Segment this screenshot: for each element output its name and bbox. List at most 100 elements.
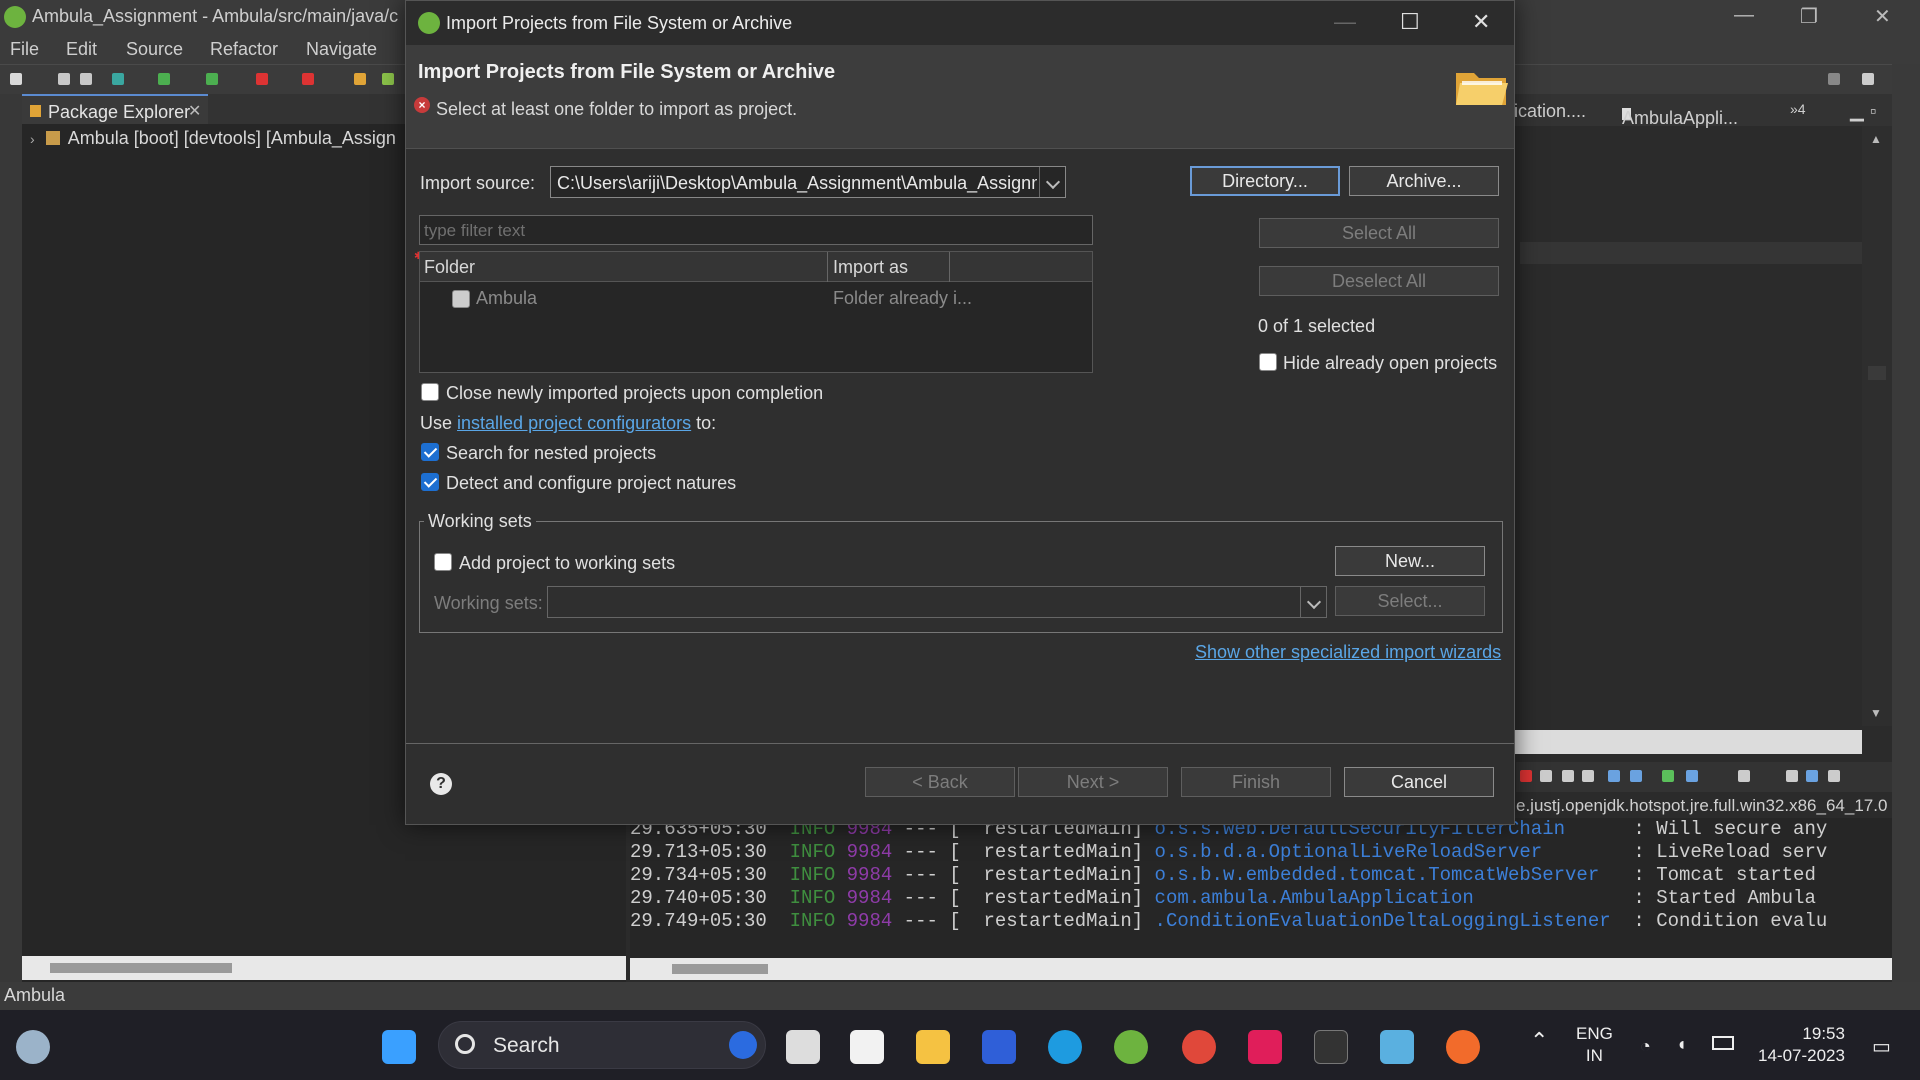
menu-navigate[interactable]: Navigate	[306, 39, 377, 60]
select-working-set-button[interactable]: Select...	[1335, 586, 1485, 616]
menu-source[interactable]: Source	[126, 39, 183, 60]
minimize-view-icon[interactable]: ▁	[1850, 101, 1864, 122]
add-to-working-sets-label[interactable]: Add project to working sets	[459, 553, 675, 574]
new-icon[interactable]	[10, 73, 22, 85]
maximize-icon[interactable]: ☐	[1400, 9, 1420, 35]
refresh-icon[interactable]	[382, 73, 394, 85]
chrome-icon[interactable]	[1182, 1030, 1216, 1064]
configurators-link[interactable]: installed project configurators	[457, 413, 691, 433]
spring-tools-icon[interactable]	[1114, 1030, 1148, 1064]
editor-tab-1[interactable]: ication....	[1514, 101, 1586, 122]
volume-icon[interactable]: ◖	[1676, 1034, 1687, 1055]
task-view-icon[interactable]	[786, 1030, 820, 1064]
working-sets-combo[interactable]	[547, 586, 1327, 618]
new-working-set-button[interactable]: New...	[1335, 546, 1485, 576]
show-console-icon[interactable]	[1806, 770, 1818, 782]
package-explorer-hscroll[interactable]	[22, 956, 626, 980]
display-console-icon[interactable]	[1686, 770, 1698, 782]
editor-hscroll[interactable]	[1514, 730, 1862, 754]
save-all-icon[interactable]	[80, 73, 92, 85]
cancel-button[interactable]: Cancel	[1344, 767, 1494, 797]
scroll-thumb[interactable]	[1868, 366, 1886, 380]
minimize-icon[interactable]: —	[1734, 4, 1754, 27]
edge-icon[interactable]	[1048, 1030, 1082, 1064]
battery-icon[interactable]	[1712, 1036, 1734, 1050]
hide-open-projects-label[interactable]: Hide already open projects	[1283, 353, 1497, 374]
deselect-all-button[interactable]: Deselect All	[1259, 266, 1499, 296]
detect-natures-label[interactable]: Detect and configure project natures	[446, 473, 736, 494]
scroll-lock-icon[interactable]	[1608, 770, 1620, 782]
detect-natures-checkbox[interactable]	[421, 473, 439, 491]
close-after-import-label[interactable]: Close newly imported projects upon compl…	[446, 383, 823, 404]
slack-icon[interactable]	[1248, 1030, 1282, 1064]
remove-launch-icon[interactable]	[1540, 770, 1552, 782]
word-wrap-icon[interactable]	[1630, 770, 1642, 782]
search-nested-checkbox[interactable]	[421, 443, 439, 461]
language-indicator[interactable]: ENG IN	[1576, 1023, 1613, 1067]
close-icon[interactable]: ✕	[1874, 4, 1891, 29]
notification-icon[interactable]: ▭	[1872, 1034, 1891, 1059]
terminal-icon[interactable]	[1314, 1030, 1348, 1064]
tree-item-project[interactable]: › Ambula [boot] [devtools] [Ambula_Assig…	[30, 128, 396, 149]
search-icon[interactable]	[1828, 73, 1840, 85]
close-icon[interactable]: ✕	[1472, 9, 1490, 35]
close-tab-icon[interactable]: ✕	[188, 101, 201, 121]
finish-button[interactable]: Finish	[1181, 767, 1331, 797]
column-folder[interactable]: Folder	[424, 257, 475, 278]
run-icon[interactable]	[158, 73, 170, 85]
scroll-down-icon[interactable]: ▼	[1870, 706, 1882, 720]
remove-all-icon[interactable]	[1562, 770, 1574, 782]
scroll-up-icon[interactable]: ▲	[1870, 132, 1882, 146]
menu-refactor[interactable]: Refactor	[210, 39, 278, 60]
menu-edit[interactable]: Edit	[66, 39, 97, 60]
terminate-icon[interactable]	[302, 73, 314, 85]
wifi-icon[interactable]: ◔	[1640, 1036, 1651, 1057]
pin-console-icon[interactable]	[1662, 770, 1674, 782]
bing-icon[interactable]	[729, 1031, 757, 1059]
taskbar-search[interactable]: Search	[438, 1021, 766, 1069]
maximize-view-icon[interactable]: ▫	[1870, 101, 1876, 122]
restore-icon[interactable]: ❐	[1800, 4, 1818, 29]
column-import-as[interactable]: Import as	[833, 257, 908, 278]
file-explorer-icon[interactable]	[916, 1030, 950, 1064]
hide-open-projects-checkbox[interactable]	[1259, 353, 1277, 371]
copy-icon[interactable]	[1786, 770, 1798, 782]
help-icon[interactable]: ?	[430, 773, 452, 795]
postman-icon[interactable]	[1446, 1030, 1480, 1064]
store-icon[interactable]	[850, 1030, 884, 1064]
chevron-down-icon[interactable]	[1039, 167, 1065, 197]
editor-vscroll[interactable]: ▲ ▼	[1862, 126, 1892, 726]
select-all-button[interactable]: Select All	[1259, 218, 1499, 248]
search-nested-label[interactable]: Search for nested projects	[446, 443, 656, 464]
table-row[interactable]: Ambula Folder already i...	[420, 284, 1092, 312]
terminate-console-icon[interactable]	[1520, 770, 1532, 782]
menu-file[interactable]: File	[10, 39, 39, 60]
debug-icon[interactable]	[112, 73, 124, 85]
weather-icon[interactable]	[16, 1030, 50, 1064]
row-checkbox[interactable]	[452, 290, 470, 308]
chevron-down-icon[interactable]	[1300, 587, 1326, 617]
app-search-icon[interactable]	[1380, 1030, 1414, 1064]
open-type-icon[interactable]	[354, 73, 366, 85]
scroll-thumb[interactable]	[50, 963, 232, 973]
stop-icon[interactable]	[256, 73, 268, 85]
run-config-icon[interactable]	[206, 73, 218, 85]
expand-arrow-icon[interactable]: ›	[30, 131, 35, 147]
clock[interactable]: 19:53 14-07-2023	[1758, 1023, 1845, 1067]
open-console-icon[interactable]	[1738, 770, 1750, 782]
directory-button[interactable]: Directory...	[1190, 166, 1340, 196]
tab-package-explorer[interactable]: Package Explorer ✕	[22, 94, 208, 124]
chevron-up-icon[interactable]: ⌃	[1530, 1028, 1548, 1054]
filter-input[interactable]: type filter text	[419, 215, 1093, 245]
next-button[interactable]: Next >	[1018, 767, 1168, 797]
perspective-icon[interactable]	[1862, 73, 1874, 85]
back-button[interactable]: < Back	[865, 767, 1015, 797]
settings-icon[interactable]	[1828, 770, 1840, 782]
add-to-working-sets-checkbox[interactable]	[434, 553, 452, 571]
scroll-thumb[interactable]	[672, 964, 768, 974]
start-icon[interactable]	[382, 1030, 416, 1064]
close-after-import-checkbox[interactable]	[421, 383, 439, 401]
other-wizards-link[interactable]: Show other specialized import wizards	[1195, 642, 1501, 662]
more-tabs-indicator[interactable]: »4	[1790, 101, 1806, 117]
archive-button[interactable]: Archive...	[1349, 166, 1499, 196]
